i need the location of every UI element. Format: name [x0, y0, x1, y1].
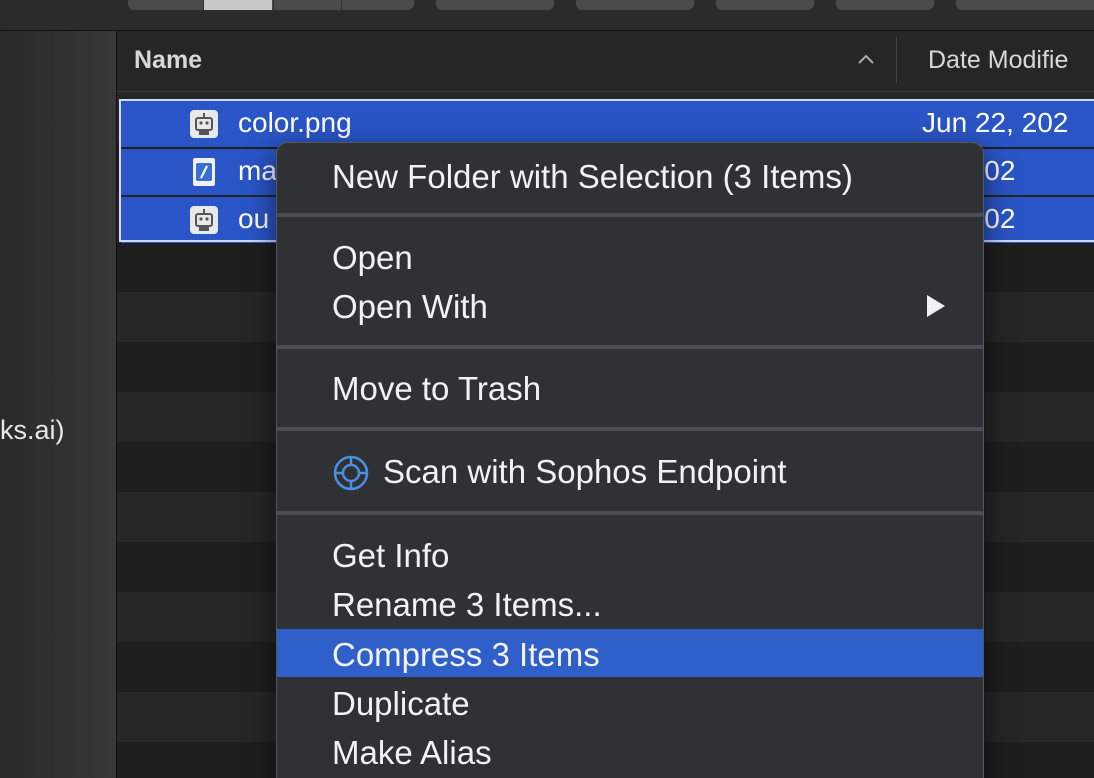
menu-item-open-with[interactable]: Open With — [277, 281, 983, 329]
menu-item-duplicate[interactable]: Duplicate — [277, 678, 983, 726]
menu-item-label: New Folder with Selection (3 Items) — [332, 158, 853, 195]
search-button[interactable] — [956, 0, 1094, 10]
context-menu: New Folder with Selection (3 Items) Open… — [276, 142, 984, 778]
menu-item-compress[interactable]: Compress 3 Items — [277, 629, 983, 677]
sophos-shield-icon — [333, 455, 369, 491]
menu-item-make-alias[interactable]: Make Alias — [277, 727, 983, 775]
list-view-button[interactable] — [203, 0, 272, 10]
list-header: Name Date Modifie — [117, 31, 1094, 92]
tag-button[interactable] — [716, 0, 814, 10]
share-button[interactable] — [576, 0, 694, 10]
menu-item-label: Compress 3 Items — [332, 636, 600, 673]
menu-item-label: Open With — [332, 288, 488, 325]
menu-item-label: Move to Trash — [332, 370, 542, 407]
menu-item-label: Scan with Sophos Endpoint — [383, 453, 787, 490]
submenu-arrow-icon — [927, 295, 945, 317]
menu-item-label: Make Alias — [332, 734, 492, 771]
menu-item-rename[interactable]: Rename 3 Items... — [277, 579, 983, 627]
column-header-date-modified[interactable]: Date Modifie — [928, 46, 1068, 75]
sidebar-item-label[interactable]: ks.ai) — [0, 415, 65, 446]
finder-window: ks.ai) Name Date Modifie color.png Jun 2… — [0, 0, 1094, 778]
menu-separator — [277, 427, 983, 431]
group-button[interactable] — [436, 0, 554, 10]
view-mode-segmented-control[interactable] — [128, 0, 414, 10]
menu-item-open[interactable]: Open — [277, 232, 983, 280]
menu-item-new-folder-with-selection[interactable]: New Folder with Selection (3 Items) — [277, 151, 983, 199]
column-view-button[interactable] — [273, 0, 342, 10]
menu-separator — [277, 511, 983, 515]
menu-item-scan-sophos[interactable]: Scan with Sophos Endpoint — [277, 446, 983, 494]
menu-item-label: Rename 3 Items... — [332, 586, 602, 623]
menu-separator — [277, 345, 983, 349]
menu-separator — [277, 213, 983, 217]
action-button[interactable] — [836, 0, 934, 10]
menu-item-label: Duplicate — [332, 685, 470, 722]
column-divider[interactable] — [896, 37, 897, 83]
toolbar — [0, 0, 1094, 31]
menu-item-get-info[interactable]: Get Info — [277, 530, 983, 578]
menu-item-move-to-trash[interactable]: Move to Trash — [277, 363, 983, 411]
sidebar: ks.ai) — [0, 31, 117, 778]
column-header-name[interactable]: Name — [134, 46, 202, 75]
menu-item-label: Get Info — [332, 537, 450, 574]
gallery-view-button[interactable] — [341, 0, 414, 10]
menu-item-label: Open — [332, 239, 413, 276]
sort-ascending-icon[interactable] — [855, 49, 877, 71]
